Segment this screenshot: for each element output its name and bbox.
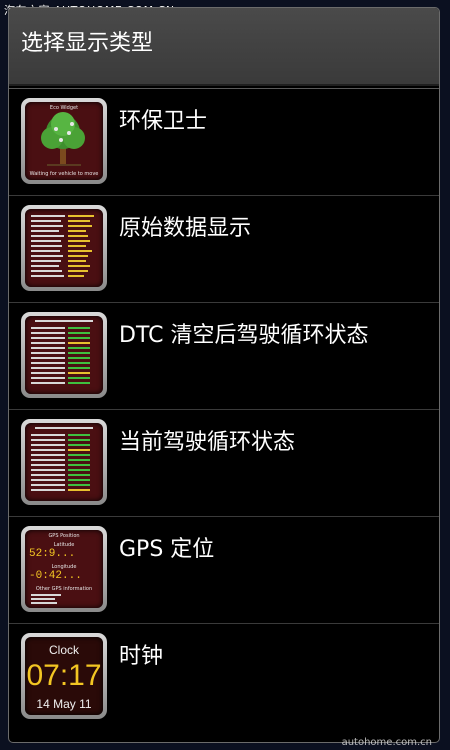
dtc-status-lines	[31, 320, 93, 384]
item-label: 原始数据显示	[119, 216, 252, 241]
dialog-title: 选择显示类型	[21, 31, 154, 56]
current-drive-status-icon	[21, 419, 107, 505]
clock-icon: Clock 07:17 14 May 11	[21, 633, 107, 719]
item-label: 当前驾驶循环状态	[119, 430, 296, 455]
clock-thumb-date: 14 May 11	[36, 697, 92, 711]
drive-status-since-dtc-clear-icon	[21, 312, 107, 398]
list-item-gps[interactable]: GPS Position Latitude 52:9... Longitude …	[9, 516, 439, 623]
item-label: GPS 定位	[119, 537, 215, 562]
list-item-current-drive-status[interactable]: 当前驾驶循环状态	[9, 409, 439, 516]
select-display-type-dialog: 选择显示类型 Eco Widget Waiting for vehicle to…	[8, 7, 440, 743]
item-label: 时钟	[119, 644, 164, 669]
tree-graphic	[41, 112, 85, 166]
list-item-clock[interactable]: Clock 07:17 14 May 11 时钟	[9, 623, 439, 730]
gps-detail-lines	[31, 594, 61, 604]
eco-widget-tree-icon: Eco Widget Waiting for vehicle to move	[21, 98, 107, 184]
current-status-lines	[31, 427, 93, 491]
raw-data-icon	[21, 205, 107, 291]
list-item-eco[interactable]: Eco Widget Waiting for vehicle to move 环…	[9, 88, 439, 195]
watermark-bottom: autohome.com.cn	[341, 737, 432, 748]
eco-thumb-caption: Waiting for vehicle to move	[29, 171, 99, 177]
list-item-raw-data[interactable]: 原始数据显示	[9, 195, 439, 302]
gps-position-icon: GPS Position Latitude 52:9... Longitude …	[21, 526, 107, 612]
raw-data-lines	[31, 215, 94, 277]
display-type-list: Eco Widget Waiting for vehicle to move 环…	[9, 88, 439, 742]
list-item-dtc-drive-status[interactable]: DTC 清空后驾驶循环状态	[9, 302, 439, 409]
clock-thumb-label: Clock	[48, 643, 79, 657]
dialog-header: 选择显示类型	[9, 8, 439, 86]
item-label: DTC 清空后驾驶循环状态	[119, 323, 369, 348]
item-label: 环保卫士	[119, 109, 208, 134]
clock-thumb-time: 07:17	[26, 659, 102, 692]
